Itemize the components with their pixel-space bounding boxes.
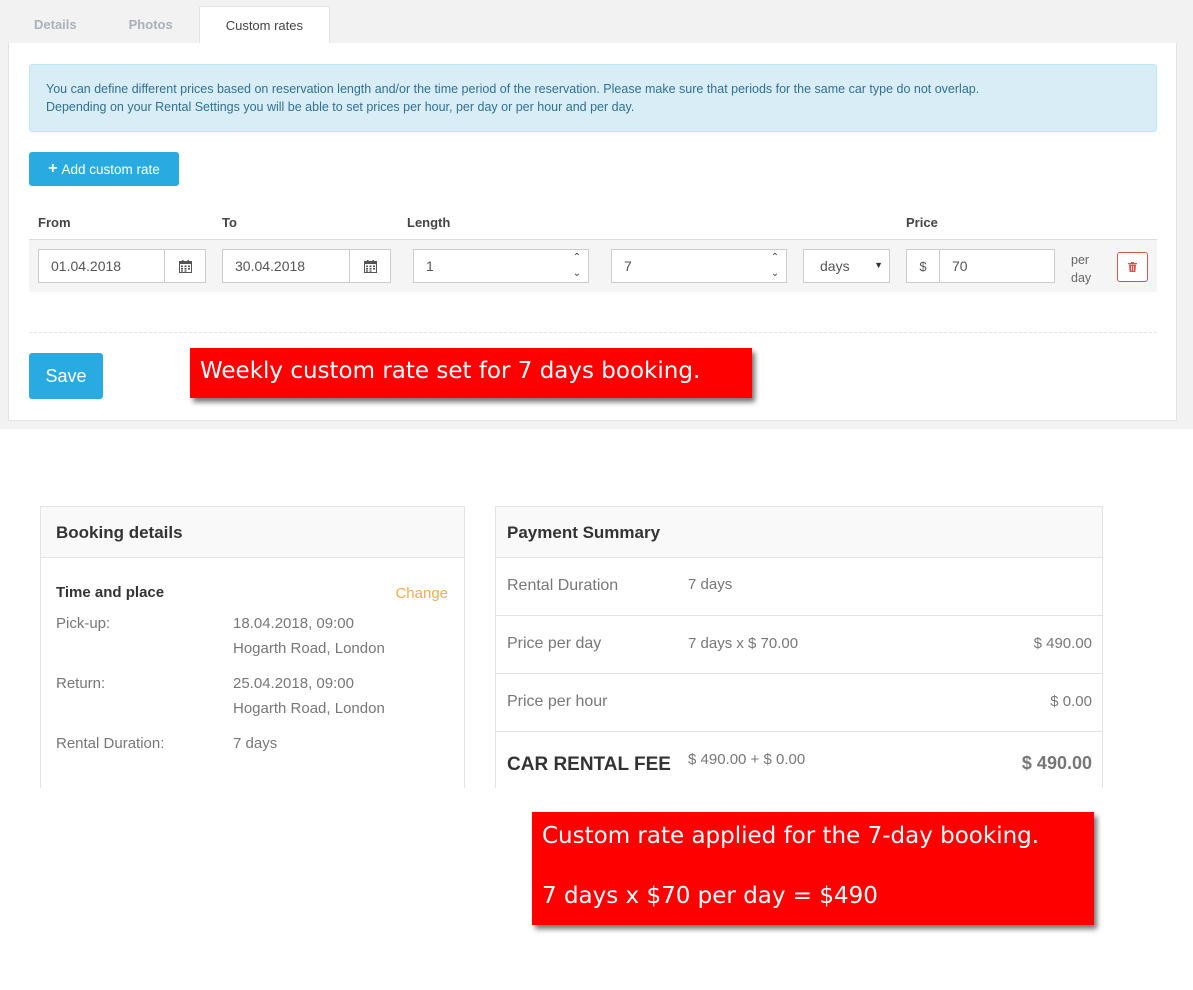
calendar-icon xyxy=(363,259,377,273)
tab-bar: Details Photos Custom rates xyxy=(8,6,331,44)
length-max-value: 7 xyxy=(624,258,632,274)
tab-photos[interactable]: Photos xyxy=(103,6,199,44)
length-unit-value: days xyxy=(820,258,850,274)
chevron-down-icon[interactable]: ⌄ xyxy=(573,268,581,280)
payment-row-price-per-hour: Price per hour $ 0.00 xyxy=(496,674,1102,732)
add-custom-rate-label: Add custom rate xyxy=(61,161,160,177)
to-calendar-button[interactable] xyxy=(350,249,391,283)
footer-divider xyxy=(29,332,1157,333)
from-date-group: 01.04.2018 xyxy=(38,249,206,283)
callout-line-2: 7 days x $70 per day = $490 xyxy=(542,883,878,909)
price-per-hour-label: Price per hour xyxy=(507,693,608,710)
payment-row-price-per-day: Price per day 7 days x $ 70.00 $ 490.00 xyxy=(496,616,1102,674)
annotation-callout-applied-rate: Custom rate applied for the 7-day bookin… xyxy=(532,812,1094,925)
booking-details-title: Booking details xyxy=(41,507,464,558)
return-time: 25.04.2018, 09:00 xyxy=(233,675,354,692)
pickup-label: Pick-up: xyxy=(56,615,111,632)
length-max-group: 7 ⌃ ⌄ xyxy=(611,249,787,283)
tab-custom-rates[interactable]: Custom rates xyxy=(198,6,331,44)
from-calendar-button[interactable] xyxy=(165,249,206,283)
price-per-day-label: Price per day xyxy=(507,635,602,652)
custom-rate-row: 01.04.2018 30.04.2018 1 ⌃ ⌄ 7 ⌃ ⌄ days ▼… xyxy=(29,240,1157,292)
currency-symbol: $ xyxy=(919,258,927,274)
callout-line-1: Custom rate applied for the 7-day bookin… xyxy=(542,823,1040,849)
info-text-line-1: You can define different prices based on… xyxy=(46,82,980,96)
car-rental-fee-calc: $ 490.00 + $ 0.00 xyxy=(688,751,806,768)
info-text-line-2: Depending on your Rental Settings you wi… xyxy=(46,100,635,114)
length-min-input[interactable]: 1 ⌃ ⌄ xyxy=(413,249,589,283)
column-header-to: To xyxy=(222,215,237,230)
caret-down-icon: ▼ xyxy=(874,260,883,270)
calendar-icon xyxy=(178,259,192,273)
rental-duration-value: 7 days xyxy=(233,735,278,752)
car-rental-fee-label: CAR RENTAL FEE xyxy=(507,754,671,775)
duration-value: 7 days xyxy=(688,576,733,593)
price-per-day-amount: $ 490.00 xyxy=(1033,635,1092,652)
chevron-up-icon[interactable]: ⌃ xyxy=(573,252,581,264)
tab-details[interactable]: Details xyxy=(8,6,103,44)
delete-rate-button[interactable] xyxy=(1117,252,1148,282)
price-per-hour-amount: $ 0.00 xyxy=(1050,693,1092,710)
pickup-time: 18.04.2018, 09:00 xyxy=(233,615,354,632)
duration-label: Rental Duration xyxy=(507,577,619,594)
plus-icon: + xyxy=(48,160,58,177)
info-alert: You can define different prices based on… xyxy=(29,64,1157,132)
to-date-group: 30.04.2018 xyxy=(222,249,391,283)
price-group: $ 70 xyxy=(906,249,1055,283)
column-header-length: Length xyxy=(407,215,451,230)
return-value: 25.04.2018, 09:00 Hogarth Road, London xyxy=(233,671,385,721)
time-and-place-heading: Time and place xyxy=(56,584,165,601)
price-input[interactable]: 70 xyxy=(939,249,1055,283)
column-header-price: Price xyxy=(906,215,938,230)
add-custom-rate-button[interactable]: + Add custom rate xyxy=(29,152,179,186)
per-text: per xyxy=(1071,253,1090,267)
length-max-input[interactable]: 7 ⌃ ⌄ xyxy=(611,249,787,283)
car-rental-fee-amount: $ 490.00 xyxy=(1021,753,1092,773)
save-button[interactable]: Save xyxy=(29,353,103,399)
return-place: Hogarth Road, London xyxy=(233,700,385,717)
day-text: day xyxy=(1071,271,1092,285)
payment-row-duration: Rental Duration 7 days xyxy=(496,558,1102,616)
length-min-value: 1 xyxy=(426,258,434,274)
payment-summary-card: Payment Summary Rental Duration 7 days P… xyxy=(495,506,1103,788)
payment-summary-title: Payment Summary xyxy=(496,507,1102,558)
length-unit-select[interactable]: days ▼ xyxy=(803,249,890,283)
rental-duration-label: Rental Duration: xyxy=(56,735,165,752)
change-link[interactable]: Change xyxy=(395,585,448,602)
chevron-down-icon[interactable]: ⌄ xyxy=(771,268,779,280)
chevron-up-icon[interactable]: ⌃ xyxy=(771,252,779,264)
price-per-day-calc: 7 days x $ 70.00 xyxy=(688,635,799,652)
booking-details-card: Booking details Time and place Change Pi… xyxy=(40,506,465,788)
payment-row-total: CAR RENTAL FEE $ 490.00 + $ 0.00 $ 490.0… xyxy=(496,732,1102,790)
pickup-value: 18.04.2018, 09:00 Hogarth Road, London xyxy=(233,611,385,661)
annotation-callout-weekly-rate: Weekly custom rate set for 7 days bookin… xyxy=(190,348,752,398)
length-max-spinner[interactable]: ⌃ ⌄ xyxy=(767,252,783,280)
length-min-group: 1 ⌃ ⌄ xyxy=(413,249,589,283)
from-date-input[interactable]: 01.04.2018 xyxy=(38,249,165,283)
length-min-spinner[interactable]: ⌃ ⌄ xyxy=(569,252,585,280)
return-label: Return: xyxy=(56,675,106,692)
pickup-place: Hogarth Road, London xyxy=(233,640,385,657)
trash-icon xyxy=(1128,262,1137,272)
currency-addon: $ xyxy=(906,249,939,283)
per-day-label: per day xyxy=(1071,251,1091,287)
column-header-from: From xyxy=(38,215,71,230)
to-date-input[interactable]: 30.04.2018 xyxy=(222,249,350,283)
